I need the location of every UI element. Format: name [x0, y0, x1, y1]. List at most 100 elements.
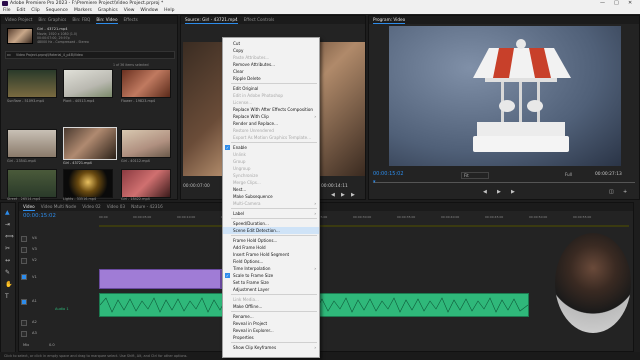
menu-clip[interactable]: Clip: [31, 7, 40, 14]
tab-seq-video[interactable]: Video: [23, 203, 35, 211]
thumb-girl-3[interactable]: [121, 169, 171, 198]
add-button-icon[interactable]: +: [623, 189, 627, 195]
menu-item-scale-to-frame-size[interactable]: Scale to Frame Size ✓: [223, 272, 319, 279]
menu-item-copy[interactable]: Copy: [223, 47, 319, 54]
menu-item-merge-clips[interactable]: Merge Clips...: [223, 179, 319, 186]
menu-markers[interactable]: Markers: [74, 7, 92, 14]
menu-file[interactable]: File: [3, 7, 11, 14]
menu-window[interactable]: Window: [140, 7, 158, 14]
menu-item-make-offline[interactable]: Make Offline...: [223, 303, 319, 310]
tab-program[interactable]: Program: Video: [373, 16, 406, 24]
menu-item-multi-camera[interactable]: Multi-Camera ›: [223, 200, 319, 207]
menu-item-set-to-frame-size[interactable]: Set to Frame Size: [223, 279, 319, 286]
menu-item-synchronize[interactable]: Synchronize: [223, 172, 319, 179]
menu-item-remove-attributes[interactable]: Remove Attributes...: [223, 61, 319, 68]
menu-item-ripple-delete[interactable]: Ripple Delete: [223, 75, 319, 82]
tab-effects[interactable]: Effects: [124, 16, 138, 24]
menu-edit[interactable]: Edit: [17, 7, 26, 14]
lock-icon[interactable]: [21, 320, 27, 326]
track-select-tool-icon[interactable]: ⇥: [5, 221, 10, 228]
razor-tool-icon[interactable]: ✂: [5, 245, 10, 252]
source-step-back-icon[interactable]: ◀: [331, 192, 335, 198]
menu-item-reveal-in-explorer[interactable]: Reveal in Explorer...: [223, 327, 319, 334]
menu-item-time-interpolation[interactable]: Time Interpolation ›: [223, 265, 319, 272]
menu-item-restore-unrendered[interactable]: Restore Unrendered: [223, 127, 319, 134]
menu-item-edit-original[interactable]: Edit Original: [223, 85, 319, 92]
menu-item-ungroup[interactable]: Ungroup: [223, 165, 319, 172]
menu-item-paste-attributes[interactable]: Paste Attributes...: [223, 54, 319, 61]
menu-item-make-subsequence[interactable]: Make Subsequence: [223, 193, 319, 200]
thumb-street[interactable]: [7, 169, 57, 198]
menu-item-insert-frame-hold-segment[interactable]: Insert Frame Hold Segment: [223, 251, 319, 258]
close-button[interactable]: ✕: [628, 0, 632, 7]
menu-item-export-as-motion-graphics-template[interactable]: Export As Motion Graphics Template...: [223, 134, 319, 141]
menu-item-replace-with-clip[interactable]: Replace With Clip ›: [223, 113, 319, 120]
tab-bin-graphics[interactable]: Bin: Graphics: [38, 16, 66, 24]
source-patch-v1[interactable]: [21, 274, 27, 280]
program-scrubber[interactable]: [373, 182, 635, 183]
thumb-sunflare[interactable]: [7, 69, 57, 98]
menu-item-adjustment-layer[interactable]: Adjustment Layer: [223, 286, 319, 293]
menu-item-frame-hold-options[interactable]: Frame Hold Options...: [223, 237, 319, 244]
menu-item-reveal-in-project[interactable]: Reveal in Project: [223, 320, 319, 327]
tab-source[interactable]: Source: Girl - 43721.mp4: [185, 16, 238, 24]
playhead-icon[interactable]: ▾: [373, 179, 376, 185]
menu-item-clear[interactable]: Clear: [223, 68, 319, 75]
program-play-icon[interactable]: ▶: [497, 189, 501, 195]
minimize-button[interactable]: —: [600, 0, 605, 7]
tab-seq-multi[interactable]: Video Multi Node: [41, 203, 77, 211]
ripple-edit-tool-icon[interactable]: ⟺: [5, 233, 14, 240]
thumb-lights[interactable]: [63, 169, 113, 198]
menu-item-link-media[interactable]: Link Media...: [223, 296, 319, 303]
tab-bin-video[interactable]: Bin: Video: [96, 16, 118, 24]
menu-item-label[interactable]: Label ›: [223, 210, 319, 217]
slip-tool-icon[interactable]: ↔: [5, 257, 10, 264]
menu-view[interactable]: View: [124, 7, 135, 14]
menu-item-nest[interactable]: Nest...: [223, 186, 319, 193]
menu-item-add-frame-hold[interactable]: Add Frame Hold: [223, 244, 319, 251]
thumb-flower[interactable]: [121, 69, 171, 98]
zoom-fit-select[interactable]: Fit: [461, 172, 489, 179]
menu-item-show-clip-keyframes[interactable]: Show Clip Keyframes ›: [223, 344, 319, 351]
tab-seq-video-02[interactable]: Video 02: [82, 203, 100, 211]
lock-icon[interactable]: [21, 331, 27, 337]
tab-video-project[interactable]: Video Project: [5, 16, 32, 24]
tab-seq-nature[interactable]: Nature - 42316: [131, 203, 163, 211]
thumb-girl-2[interactable]: [121, 129, 171, 158]
hand-tool-icon[interactable]: ✋: [5, 281, 12, 288]
menu-graphics[interactable]: Graphics: [98, 7, 118, 14]
menu-item-render-and-replace[interactable]: Render and Replace...: [223, 120, 319, 127]
tab-bin-fbq[interactable]: Bin: FBQ: [72, 16, 90, 24]
menu-item-license[interactable]: License...: [223, 99, 319, 106]
thumb-girl-1[interactable]: [7, 129, 57, 158]
lock-icon[interactable]: [21, 236, 27, 242]
thumb-plant[interactable]: [63, 69, 113, 98]
source-step-forward-icon[interactable]: ▶: [351, 192, 355, 198]
lock-icon[interactable]: [21, 247, 27, 253]
maximize-button[interactable]: □: [614, 0, 619, 7]
menu-item-group[interactable]: Group: [223, 158, 319, 165]
program-step-forward-icon[interactable]: ▶: [511, 189, 515, 195]
menu-item-field-options[interactable]: Field Options...: [223, 258, 319, 265]
menu-item-properties[interactable]: Properties: [223, 334, 319, 341]
thumb-girl-selected[interactable]: [63, 127, 117, 160]
tab-seq-video-03[interactable]: Video 03: [107, 203, 125, 211]
resolution-select[interactable]: Full: [565, 172, 572, 177]
source-patch-a1[interactable]: [21, 299, 27, 305]
menu-item-cut[interactable]: Cut: [223, 40, 319, 47]
source-play-icon[interactable]: ▶: [341, 192, 345, 198]
tab-effect-controls[interactable]: Effect Controls: [244, 16, 275, 24]
menu-item-enable[interactable]: Enable ✓: [223, 144, 319, 151]
type-tool-icon[interactable]: T: [5, 293, 9, 300]
menu-item-replace-with-after-effects-composition[interactable]: Replace With After Effects Composition: [223, 106, 319, 113]
menu-item-speed-duration[interactable]: Speed/Duration...: [223, 220, 319, 227]
menu-item-scene-edit-detection[interactable]: Scene Edit Detection...: [223, 227, 319, 234]
video-clip-1[interactable]: [99, 269, 221, 289]
menu-help[interactable]: Help: [164, 7, 174, 14]
menu-item-edit-in-adobe-photoshop[interactable]: Edit in Adobe Photoshop: [223, 92, 319, 99]
lock-icon[interactable]: [21, 258, 27, 264]
work-area-bar[interactable]: [99, 225, 629, 227]
menu-item-unlink[interactable]: Unlink: [223, 151, 319, 158]
selection-tool-icon[interactable]: ▲: [5, 209, 10, 216]
pen-tool-icon[interactable]: ✎: [5, 269, 10, 276]
